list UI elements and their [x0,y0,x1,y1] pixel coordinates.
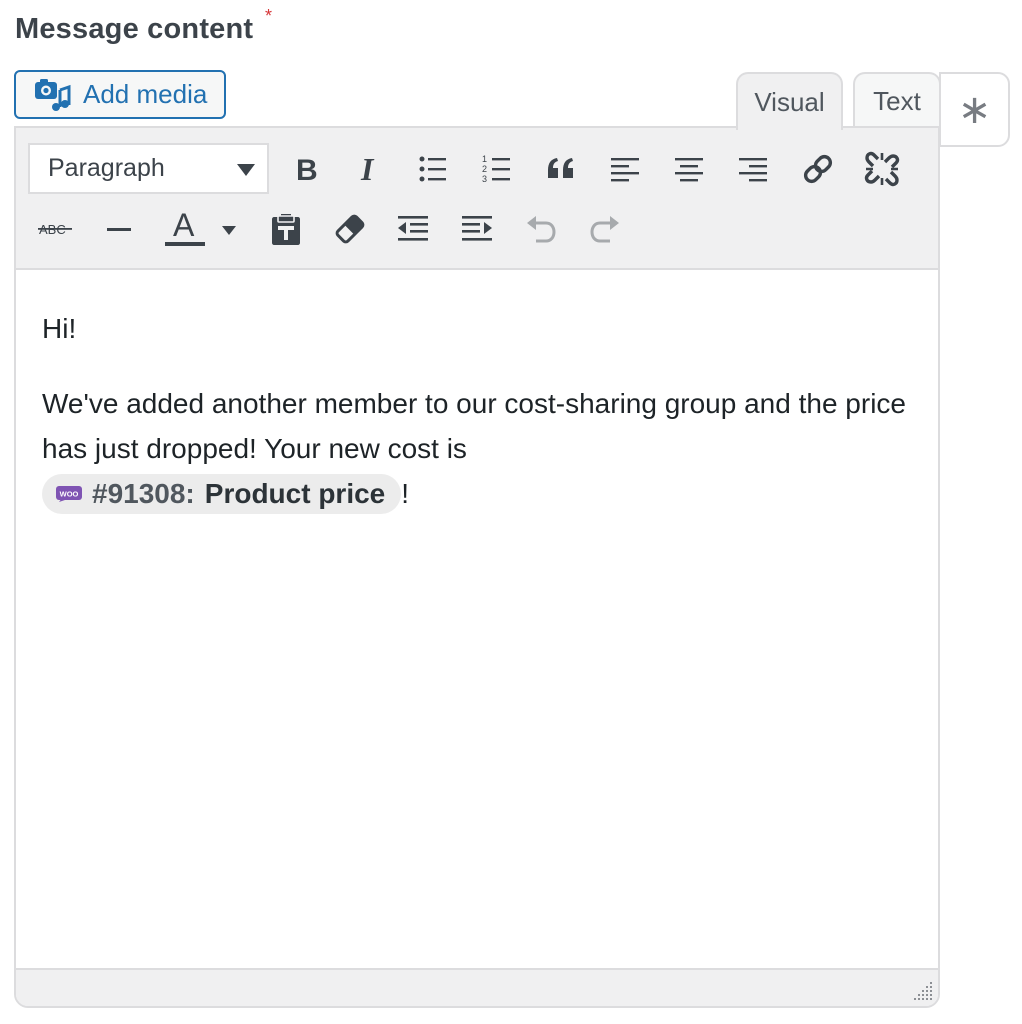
field-label: Message content [15,13,254,45]
required-marker: * [265,6,273,26]
paragraph-format-select[interactable]: Paragraph [28,143,269,194]
merge-tag-name: Product price [204,478,386,510]
tab-visual[interactable]: Visual [736,72,843,130]
editor-toolbar: Paragraph B I 1 2 3 ABC A [16,128,938,270]
trailing-punctuation: ! [401,478,410,509]
outdent-button[interactable] [388,204,438,254]
bold-icon: B [296,154,318,184]
add-media-button[interactable]: Add media [14,70,226,119]
chevron-down-icon [237,164,255,176]
merge-tag-id: #91308: [92,478,195,510]
woo-icon: WOO [56,485,82,502]
blockquote-icon [548,158,573,178]
text-color-icon: A [165,209,236,246]
strikethrough-icon: ABC [38,222,72,237]
resize-handle-icon[interactable] [912,980,934,1002]
svg-text:A: A [173,209,195,243]
message-paragraph: We've added another member to our cost-s… [42,381,922,516]
svg-text:1: 1 [482,154,487,164]
horizontal-line-icon [107,228,131,231]
asterisk-button[interactable]: ∗ [939,72,1010,147]
unlink-icon [864,151,900,187]
svg-text:B: B [296,154,318,184]
clear-formatting-button[interactable] [325,204,375,254]
tab-text[interactable]: Text [853,72,941,128]
outdent-icon [398,216,428,241]
editor-content[interactable]: Hi! We've added another member to our co… [42,306,922,546]
format-select-value: Paragraph [48,154,165,182]
add-media-label: Add media [83,79,208,109]
tab-text-label: Text [873,85,921,116]
merge-tag-product-price[interactable]: WOO #91308: Product price [42,473,402,514]
strikethrough-button[interactable]: ABC [30,204,80,254]
align-right-button[interactable] [728,144,778,194]
bold-button[interactable]: B [281,144,331,194]
italic-icon: I [360,154,375,184]
italic-button[interactable]: I [344,144,394,194]
media-icon [33,76,71,114]
horizontal-line-button[interactable] [94,204,144,254]
redo-icon [590,216,619,243]
svg-text:2: 2 [482,164,487,174]
align-center-icon [675,158,703,182]
editor: Paragraph B I 1 2 3 ABC A Hi! We've adde… [14,126,940,1008]
redo-button[interactable] [580,204,630,254]
paste-text-icon [272,214,300,245]
paste-text-button[interactable] [261,204,311,254]
svg-text:WOO: WOO [60,489,79,498]
svg-text:3: 3 [482,174,487,184]
bullet-list-button[interactable] [408,144,458,194]
bullet-list-icon [419,156,446,182]
indent-button[interactable] [452,204,502,254]
asterisk-icon: ∗ [957,87,992,132]
svg-text:I: I [360,154,375,184]
align-left-icon [611,158,639,182]
tab-visual-label: Visual [754,86,825,117]
align-right-icon [739,158,767,182]
numbered-list-button[interactable]: 1 2 3 [472,144,522,194]
link-button[interactable] [793,144,843,194]
link-icon [803,154,833,184]
align-center-button[interactable] [664,144,714,194]
align-left-button[interactable] [600,144,650,194]
greeting-text: Hi! [42,313,77,344]
indent-icon [462,216,492,241]
undo-button[interactable] [516,204,566,254]
unlink-button[interactable] [857,144,907,194]
text-color-button[interactable]: A [158,204,238,254]
message-body-text: We've added another member to our cost-s… [42,388,906,464]
undo-icon [527,216,556,243]
numbered-list-icon: 1 2 3 [482,154,510,184]
blockquote-button[interactable] [536,144,586,194]
editor-status-bar [16,968,938,1006]
clear-formatting-icon [335,214,365,244]
